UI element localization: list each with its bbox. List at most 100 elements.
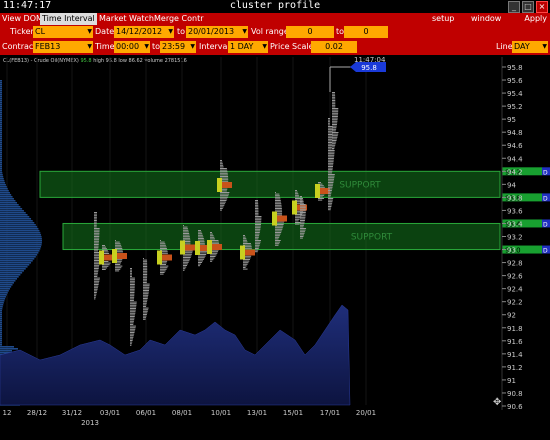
profile-bar bbox=[0, 320, 2, 322]
cluster-tick bbox=[328, 198, 334, 199]
cluster-tick bbox=[198, 255, 206, 257]
profile-bar bbox=[0, 148, 2, 150]
profile-bar bbox=[0, 82, 2, 84]
profile-bar bbox=[0, 120, 2, 122]
profile-bar bbox=[0, 208, 23, 210]
cluster-tick bbox=[295, 223, 300, 225]
cluster-tick bbox=[130, 312, 136, 314]
date-tick-label: 31/12 bbox=[62, 409, 82, 417]
cluster-tick bbox=[160, 273, 164, 275]
cluster-tick bbox=[318, 182, 321, 183]
cluster-tick bbox=[332, 133, 339, 135]
cluster-tick bbox=[198, 258, 204, 260]
cluster-tick bbox=[130, 311, 136, 313]
cluster-tick bbox=[243, 265, 247, 267]
cluster-tick bbox=[255, 208, 259, 209]
price-tick-label: 93.6 bbox=[507, 207, 523, 215]
cluster-tick bbox=[143, 298, 148, 299]
profile-bar bbox=[0, 142, 2, 144]
profile-bar bbox=[0, 282, 14, 284]
current-price-marker: 11:47:0495.8 bbox=[329, 56, 386, 92]
cluster-tick bbox=[300, 218, 306, 220]
cluster-tick bbox=[255, 212, 259, 214]
cluster-tick bbox=[328, 137, 333, 139]
cluster-tick bbox=[328, 193, 332, 195]
profile-bar bbox=[0, 340, 2, 342]
cluster-tick bbox=[243, 239, 247, 241]
cluster-tick bbox=[220, 206, 224, 208]
cluster-tick bbox=[328, 174, 335, 175]
profile-bar bbox=[0, 176, 4, 178]
cluster-tick bbox=[328, 153, 335, 155]
cluster-tick bbox=[220, 163, 223, 165]
profile-bar bbox=[0, 154, 2, 156]
price-tick-label: 94.8 bbox=[507, 129, 523, 137]
profile-bar bbox=[0, 190, 9, 192]
cluster-tick bbox=[275, 209, 282, 211]
cluster-tick bbox=[328, 166, 333, 167]
price-tick-label: 92.6 bbox=[507, 273, 523, 281]
profile-bar bbox=[0, 262, 32, 264]
cluster-tick bbox=[332, 101, 336, 103]
cluster-tick bbox=[332, 148, 335, 149]
cluster-tick bbox=[94, 276, 98, 277]
cluster-tick bbox=[143, 285, 150, 287]
cluster-tick bbox=[183, 229, 189, 231]
price-tick-label: 91.2 bbox=[507, 364, 523, 372]
profile-bar bbox=[0, 126, 2, 128]
profile-bar bbox=[0, 278, 18, 280]
cluster-heat bbox=[185, 244, 195, 251]
cluster-tick bbox=[332, 96, 336, 98]
support-label: SUPPORT bbox=[351, 233, 393, 243]
year-label: 2013 bbox=[81, 419, 99, 427]
crosshair-icon[interactable]: ✥ bbox=[493, 397, 501, 408]
cluster-tick bbox=[130, 308, 136, 309]
cluster-tick bbox=[102, 246, 106, 248]
profile-bar bbox=[0, 244, 42, 246]
price-tick-label: 93 bbox=[507, 247, 516, 255]
cluster-tick bbox=[300, 223, 305, 225]
cluster-tick bbox=[328, 204, 332, 206]
cluster-tick bbox=[94, 212, 97, 213]
cluster-tick bbox=[328, 164, 334, 166]
cluster-tick bbox=[332, 92, 335, 93]
cluster-tick bbox=[183, 228, 188, 230]
cluster-tick bbox=[94, 228, 100, 229]
support-zone[interactable] bbox=[39, 170, 501, 198]
cluster-tick bbox=[300, 202, 303, 204]
cluster-tick bbox=[94, 236, 100, 237]
cluster-tick bbox=[102, 269, 106, 270]
cluster-tick bbox=[295, 217, 301, 219]
cluster-tick bbox=[255, 244, 260, 246]
cluster-tick bbox=[243, 268, 248, 270]
cluster-tick bbox=[328, 134, 333, 135]
cluster-tick bbox=[115, 244, 122, 246]
cluster-tick bbox=[328, 182, 334, 183]
profile-bar bbox=[0, 160, 2, 162]
cluster-tick bbox=[220, 192, 230, 193]
profile-bar bbox=[0, 192, 10, 194]
cluster-tick bbox=[143, 315, 147, 317]
cluster-tick bbox=[243, 235, 245, 236]
cluster-tick bbox=[255, 232, 260, 233]
cluster-tick bbox=[328, 194, 331, 196]
cluster-tick bbox=[143, 290, 149, 291]
cluster-profile-chart[interactable]: SUPPORT94.2 D93.8 DSUPPORT93.4 D93.0 D 95.89… bbox=[0, 0, 550, 440]
cluster-tick bbox=[275, 208, 282, 209]
cluster-tick bbox=[198, 262, 203, 263]
cluster-tick bbox=[130, 292, 135, 293]
cluster-tick bbox=[130, 343, 132, 345]
cluster-tick bbox=[332, 122, 338, 124]
profile-bar bbox=[0, 302, 4, 304]
cluster-tick bbox=[255, 224, 261, 225]
cluster-tick bbox=[143, 304, 147, 306]
cluster-tick bbox=[275, 195, 280, 197]
cluster-tick bbox=[328, 156, 335, 158]
cluster-tick bbox=[275, 200, 281, 201]
cluster-tick bbox=[328, 142, 333, 143]
cluster-tick bbox=[332, 146, 335, 148]
cluster-tick bbox=[255, 211, 259, 213]
date-tick-label: 13/01 bbox=[247, 409, 267, 417]
cluster-tick bbox=[332, 114, 339, 116]
cluster-tick bbox=[130, 333, 135, 335]
